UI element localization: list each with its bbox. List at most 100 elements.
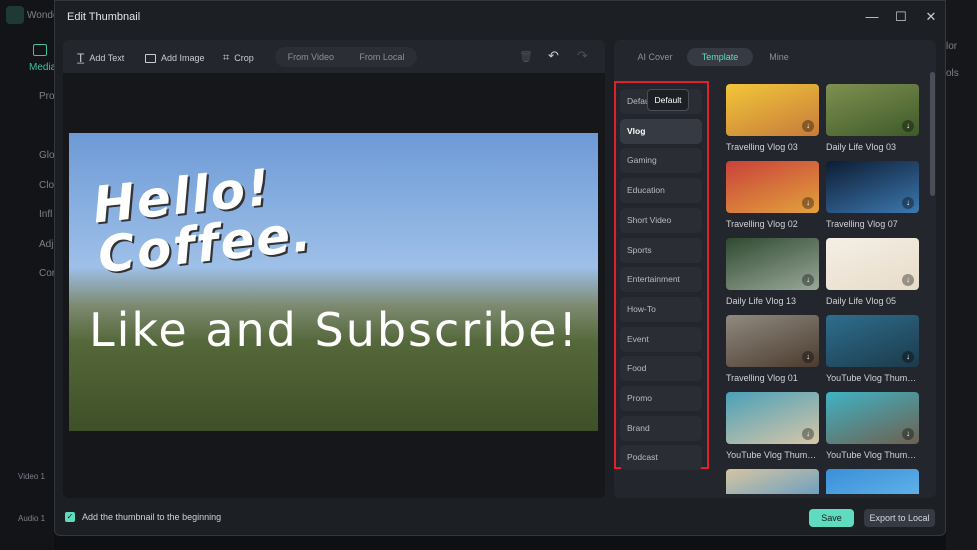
template-thumbnail: ↓ [826, 315, 919, 367]
crop-label: Crop [234, 53, 254, 63]
crop-icon: ⌗ [223, 51, 230, 64]
add-to-beginning-checkbox[interactable]: ✓ [65, 512, 75, 522]
template-thumbnail: ↓ [826, 238, 919, 290]
template-label: Daily Life Vlog 13 [726, 296, 797, 306]
category-event[interactable]: Event [620, 326, 702, 352]
image-icon [145, 53, 156, 63]
template-tabs: AI Cover Template Mine [614, 48, 936, 68]
category-food[interactable]: Food [620, 356, 702, 382]
add-image-label: Add Image [161, 53, 205, 63]
bg-item[interactable]: Glo [39, 150, 55, 161]
template-thumbnail: ↓ [826, 469, 919, 494]
media-tab[interactable]: Media [29, 62, 56, 73]
delete-icon[interactable]: 🗑 [519, 50, 533, 63]
tab-mine[interactable]: Mine [759, 48, 799, 66]
text-icon: T̲ [77, 51, 85, 65]
template-label: YouTube Vlog Thumb... [826, 450, 919, 460]
bg-item: lor [946, 41, 958, 52]
download-icon[interactable]: ↓ [902, 274, 914, 286]
download-icon[interactable]: ↓ [802, 274, 814, 286]
category-brand[interactable]: Brand [620, 415, 702, 441]
background-app-sidebar: Wonde Media Pro Glo Clo Infl Adj Cor Vid… [0, 0, 59, 550]
template-card[interactable]: ↓ [826, 469, 919, 494]
download-icon[interactable]: ↓ [802, 120, 814, 132]
bg-item[interactable]: Infl [39, 209, 52, 220]
template-card[interactable]: ↓ Travelling Vlog 03 [726, 84, 819, 152]
thumbnail-preview[interactable]: Hello! Coffee. Like and Subscribe! [69, 133, 598, 431]
category-sports[interactable]: Sports [620, 237, 702, 263]
from-local-button[interactable]: From Local [359, 52, 404, 62]
tab-ai-cover[interactable]: AI Cover [628, 48, 682, 66]
template-card[interactable]: ↓ [726, 469, 819, 494]
template-panel: AI Cover Template Mine Default Vlog Gaming… [614, 40, 936, 498]
template-card[interactable]: ↓ YouTube Vlog Thumb... [826, 392, 919, 460]
bg-item: ols [946, 68, 959, 79]
download-icon[interactable]: ↓ [802, 428, 814, 440]
category-how-to[interactable]: How-To [620, 296, 702, 322]
category-education[interactable]: Education [620, 178, 702, 204]
category-gaming[interactable]: Gaming [620, 148, 702, 174]
template-label: Daily Life Vlog 05 [826, 296, 897, 306]
download-icon[interactable]: ↓ [902, 120, 914, 132]
from-video-button[interactable]: From Video [288, 52, 334, 62]
download-icon[interactable]: ↓ [902, 428, 914, 440]
template-thumbnail: ↓ [826, 161, 919, 213]
bg-item[interactable]: Cor [39, 268, 55, 279]
add-to-beginning-label: Add the thumbnail to the beginning [82, 512, 222, 522]
source-toggle: From Video From Local [275, 47, 417, 67]
template-card[interactable]: ↓ Daily Life Vlog 05 [826, 238, 919, 306]
category-list: Default Vlog Gaming Education Short Video Spo… [614, 81, 709, 471]
export-to-local-button[interactable]: Export to Local [864, 509, 935, 527]
track-label: Video 1 [18, 472, 45, 481]
template-card[interactable]: ↓ Travelling Vlog 01 [726, 315, 819, 383]
download-icon[interactable]: ↓ [902, 351, 914, 363]
template-thumbnail: ↓ [726, 469, 819, 494]
background-app-right: lor ols [946, 0, 977, 550]
download-icon[interactable]: ↓ [902, 197, 914, 209]
preview-text-hello[interactable]: Hello! Coffee. [90, 154, 359, 284]
template-card[interactable]: ↓ Travelling Vlog 02 [726, 161, 819, 229]
template-label: Travelling Vlog 02 [726, 219, 798, 229]
template-card[interactable]: ↓ Travelling Vlog 07 [826, 161, 919, 229]
add-text-button[interactable]: T̲ Add Text [77, 50, 124, 66]
template-card[interactable]: ↓ YouTube Vlog Thumb... [726, 392, 819, 460]
category-tooltip: Default [647, 89, 689, 111]
template-thumbnail: ↓ [726, 161, 819, 213]
category-podcast[interactable]: Podcast [620, 445, 702, 471]
preview-text-subscribe[interactable]: Like and Subscribe! [89, 303, 579, 357]
preview-canvas: Hello! Coffee. Like and Subscribe! [63, 73, 605, 498]
bg-item[interactable]: Adj [39, 239, 53, 250]
template-scrollbar[interactable] [930, 72, 935, 196]
media-icon [33, 44, 47, 56]
redo-icon[interactable]: ↷ [577, 48, 588, 64]
editor-panel: T̲ Add Text Add Image ⌗ Crop From Video Fr… [63, 40, 605, 498]
minimize-button[interactable]: — [861, 7, 883, 27]
template-label: YouTube Vlog Thumb... [726, 450, 819, 460]
category-entertainment[interactable]: Entertainment [620, 267, 702, 293]
category-short-video[interactable]: Short Video [620, 207, 702, 233]
category-promo[interactable]: Promo [620, 386, 702, 411]
template-label: Travelling Vlog 01 [726, 373, 798, 383]
track-label: Audio 1 [18, 514, 46, 523]
save-button[interactable]: Save [809, 509, 854, 527]
template-card[interactable]: ↓ Daily Life Vlog 03 [826, 84, 919, 152]
template-label: YouTube Vlog Thumb... [826, 373, 919, 383]
template-label: Daily Life Vlog 03 [826, 142, 897, 152]
bg-item[interactable]: Pro [39, 91, 55, 102]
template-card[interactable]: ↓ YouTube Vlog Thumb... [826, 315, 919, 383]
app-logo-icon [6, 6, 24, 24]
maximize-button[interactable]: ☐ [890, 7, 912, 27]
add-image-button[interactable]: Add Image [145, 50, 205, 66]
close-button[interactable]: ✕ [920, 7, 942, 27]
tab-template[interactable]: Template [687, 48, 753, 66]
category-vlog[interactable]: Vlog [620, 118, 702, 144]
add-text-label: Add Text [89, 53, 125, 63]
template-card[interactable]: ↓ Daily Life Vlog 13 [726, 238, 819, 306]
bg-item[interactable]: Clo [39, 180, 54, 191]
crop-button[interactable]: ⌗ Crop [223, 50, 254, 66]
template-thumbnail: ↓ [726, 84, 819, 136]
undo-icon[interactable]: ↶ [548, 48, 559, 64]
download-icon[interactable]: ↓ [802, 351, 814, 363]
download-icon[interactable]: ↓ [802, 197, 814, 209]
template-thumbnail: ↓ [726, 238, 819, 290]
